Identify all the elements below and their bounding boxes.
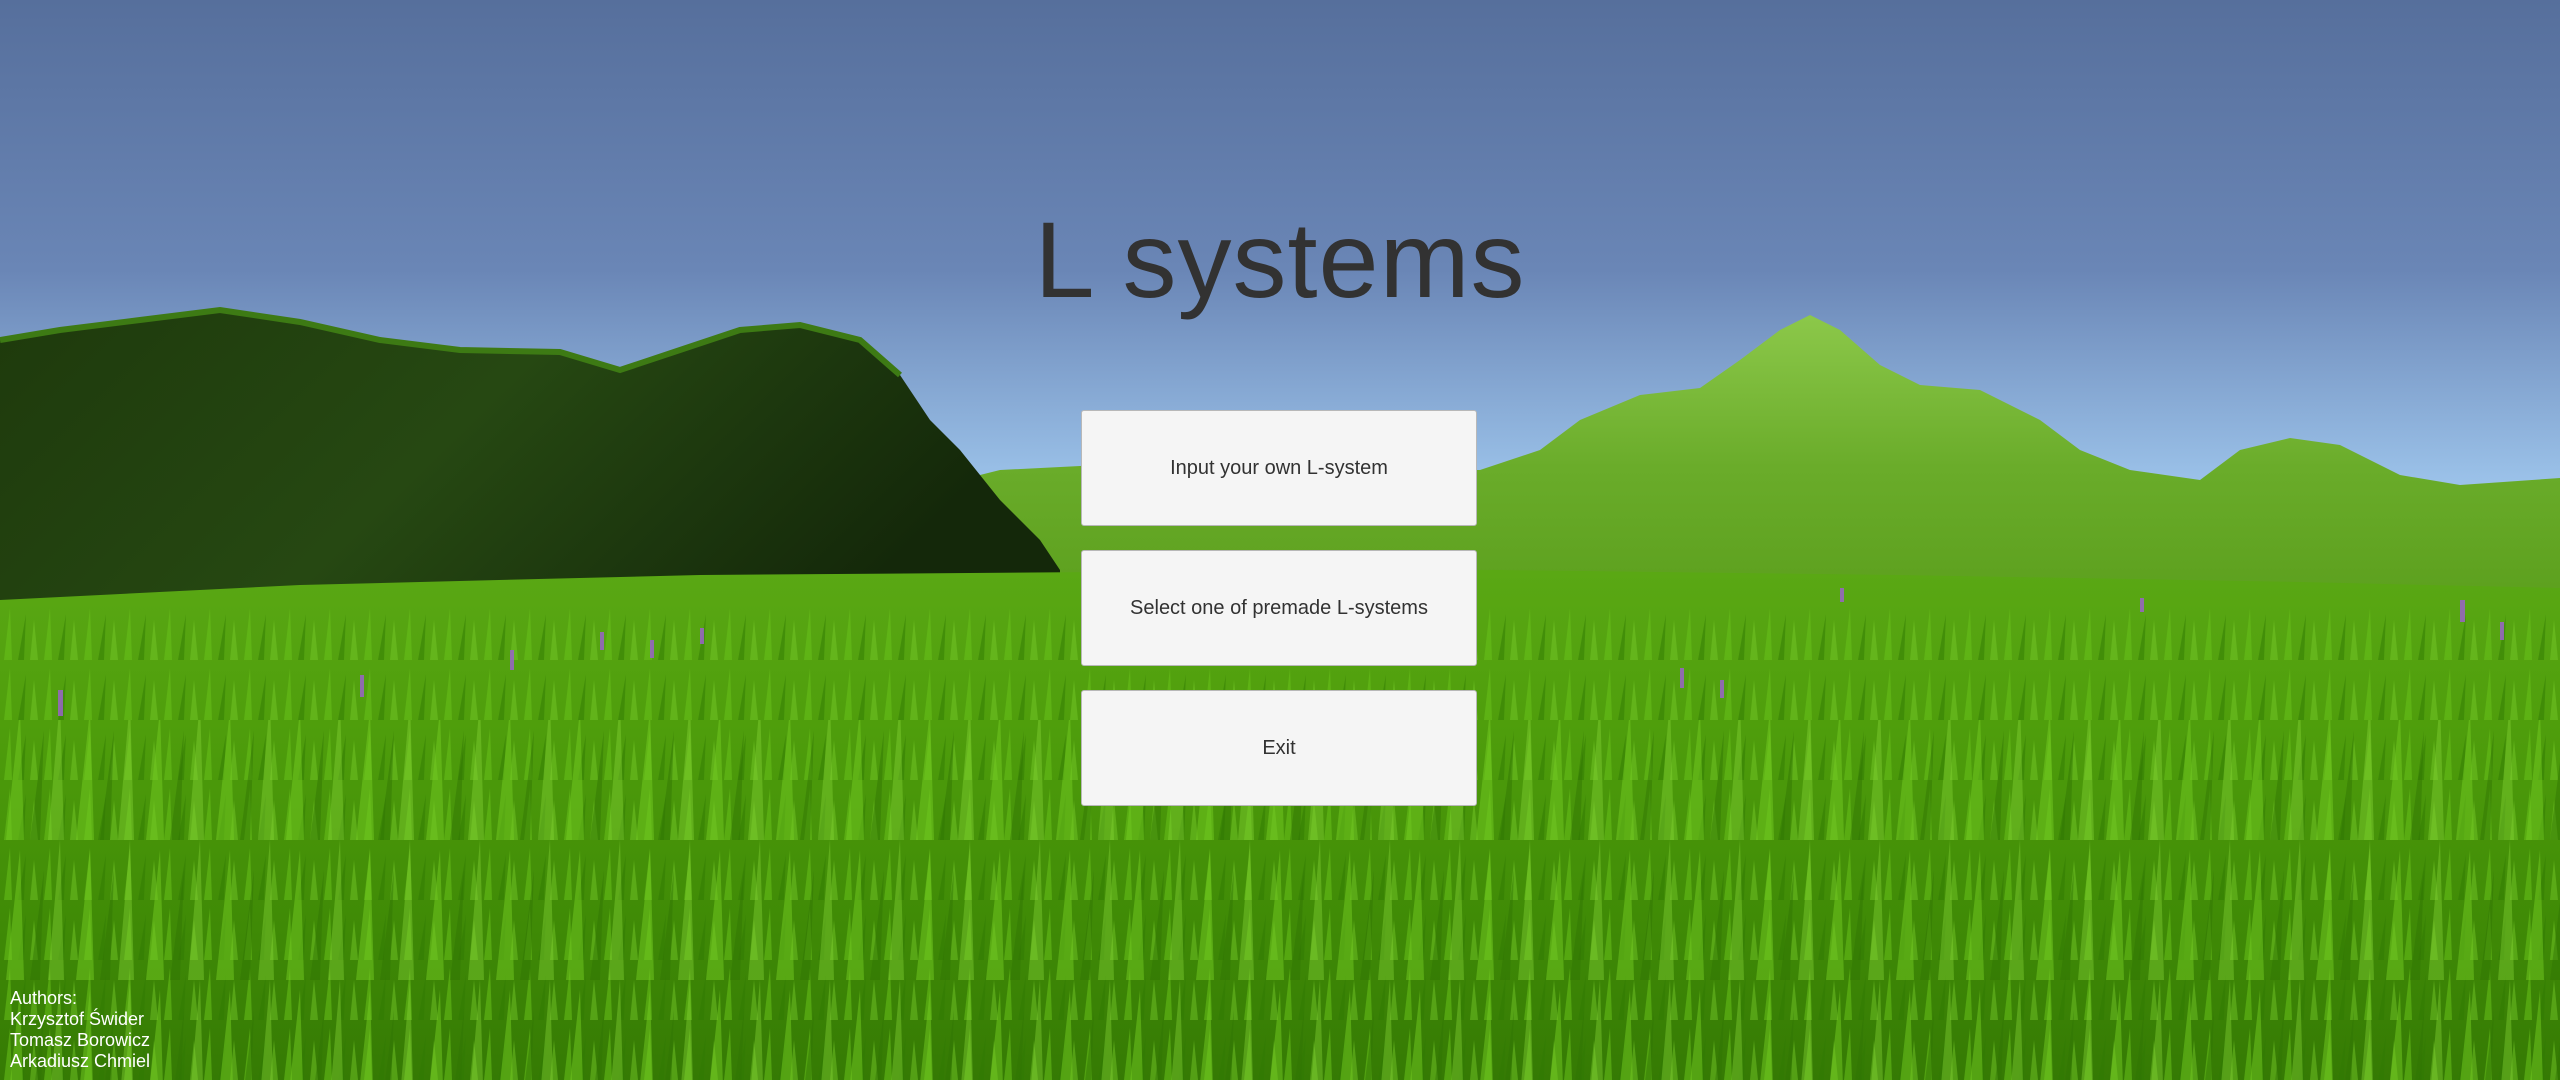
game-title: L systems — [1034, 199, 1526, 320]
exit-button[interactable]: Exit — [1081, 690, 1477, 806]
select-premade-l-system-button[interactable]: Select one of premade L-systems — [1081, 550, 1477, 666]
authors-credits: Authors: Krzysztof Świder Tomasz Borowic… — [10, 988, 150, 1072]
game-scene-background — [0, 0, 2560, 1080]
authors-heading: Authors: — [10, 988, 78, 1008]
author-name: Krzysztof Świder — [10, 1009, 145, 1029]
input-own-l-system-button[interactable]: Input your own L-system — [1081, 410, 1477, 526]
exit-label: Exit — [1262, 736, 1296, 759]
input-own-l-system-label: Input your own L-system — [1170, 456, 1388, 479]
author-name: Arkadiusz Chmiel — [10, 1051, 151, 1071]
author-name: Tomasz Borowicz — [10, 1030, 151, 1050]
select-premade-l-system-label: Select one of premade L-systems — [1130, 596, 1428, 619]
